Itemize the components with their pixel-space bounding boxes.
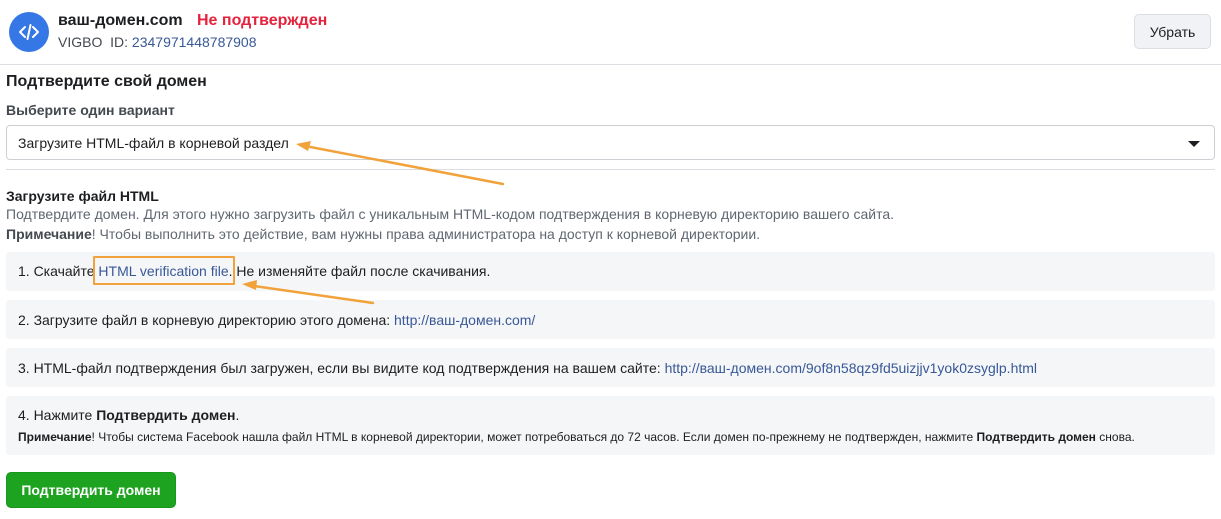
select-value: Загрузите HTML-файл в корневой раздел — [18, 135, 289, 151]
step-4-note-label: Примечание — [18, 430, 92, 444]
chevron-down-icon — [1188, 141, 1200, 147]
step-2-text: 2. Загрузите файл в корневую директорию … — [18, 312, 535, 328]
step-4-prefix: 4. Нажмите — [18, 407, 97, 423]
step-4-bold: Подтвердить домен — [96, 407, 236, 423]
step-1-suffix: . Не изменяйте файл после скачивания. — [228, 263, 491, 279]
step-3-prefix: 3. HTML-файл подтверждения был загружен,… — [18, 360, 665, 376]
step-4: 4. Нажмите Подтвердить домен. Примечание… — [6, 396, 1215, 455]
step-4-suffix: . — [235, 407, 240, 423]
divider — [6, 169, 1215, 170]
step-4-note-end: снова. — [1095, 430, 1135, 444]
domain-header: ваш-домен.com Не подтвержден VIGBO ID: 2… — [0, 0, 1221, 65]
section-note: Примечание! Чтобы выполнить это действие… — [6, 226, 760, 242]
annotation-highlight-box — [93, 256, 235, 285]
confirm-domain-button[interactable]: Подтвердить домен — [6, 472, 176, 508]
id-label: ID: — [110, 34, 129, 50]
step-3-text: 3. HTML-файл подтверждения был загружен,… — [18, 360, 1037, 376]
page-title: Подтвердите свой домен — [6, 73, 207, 90]
step-4-note: Примечание! Чтобы система Facebook нашла… — [18, 430, 1135, 444]
source-label: VIGBO — [58, 34, 103, 50]
verification-file-url-link[interactable]: http://ваш-домен.com/9of8n58qz9fd5uizjjv… — [665, 360, 1037, 376]
id-value: 2347971448787908 — [131, 34, 257, 50]
note-text: ! Чтобы выполнить это действие, вам нужн… — [91, 226, 761, 242]
step-2-prefix: 2. Загрузите файл в корневую директорию … — [18, 312, 395, 328]
choose-option-label: Выберите один вариант — [6, 102, 175, 118]
section-description: Подтвердите домен. Для этого нужно загру… — [6, 206, 895, 222]
step-4-note-bold: Подтвердить домен — [976, 430, 1096, 444]
step-1-text: 1. Скачайте HTML verification file. Не и… — [18, 263, 490, 279]
note-label: Примечание — [6, 226, 92, 242]
section-title: Загрузите файл HTML — [6, 188, 159, 204]
status-badge: Не подтвержден — [197, 12, 328, 29]
verification-method-select[interactable]: Загрузите HTML-файл в корневой раздел — [6, 125, 1215, 160]
step-4-text: 4. Нажмите Подтвердить домен. — [18, 407, 239, 423]
step-3: 3. HTML-файл подтверждения был загружен,… — [6, 348, 1215, 387]
step-4-note-text: ! Чтобы система Facebook нашла файл HTML… — [91, 430, 977, 444]
domain-root-link[interactable]: http://ваш-домен.com/ — [394, 312, 535, 328]
remove-button[interactable]: Убрать — [1134, 14, 1211, 49]
step-1-prefix: 1. Скачайте — [18, 263, 99, 279]
step-2: 2. Загрузите файл в корневую директорию … — [6, 300, 1215, 339]
domain-name: ваш-домен.com — [58, 12, 183, 29]
code-icon — [9, 12, 49, 52]
domain-meta: VIGBO ID: 2347971448787908 — [58, 34, 257, 50]
